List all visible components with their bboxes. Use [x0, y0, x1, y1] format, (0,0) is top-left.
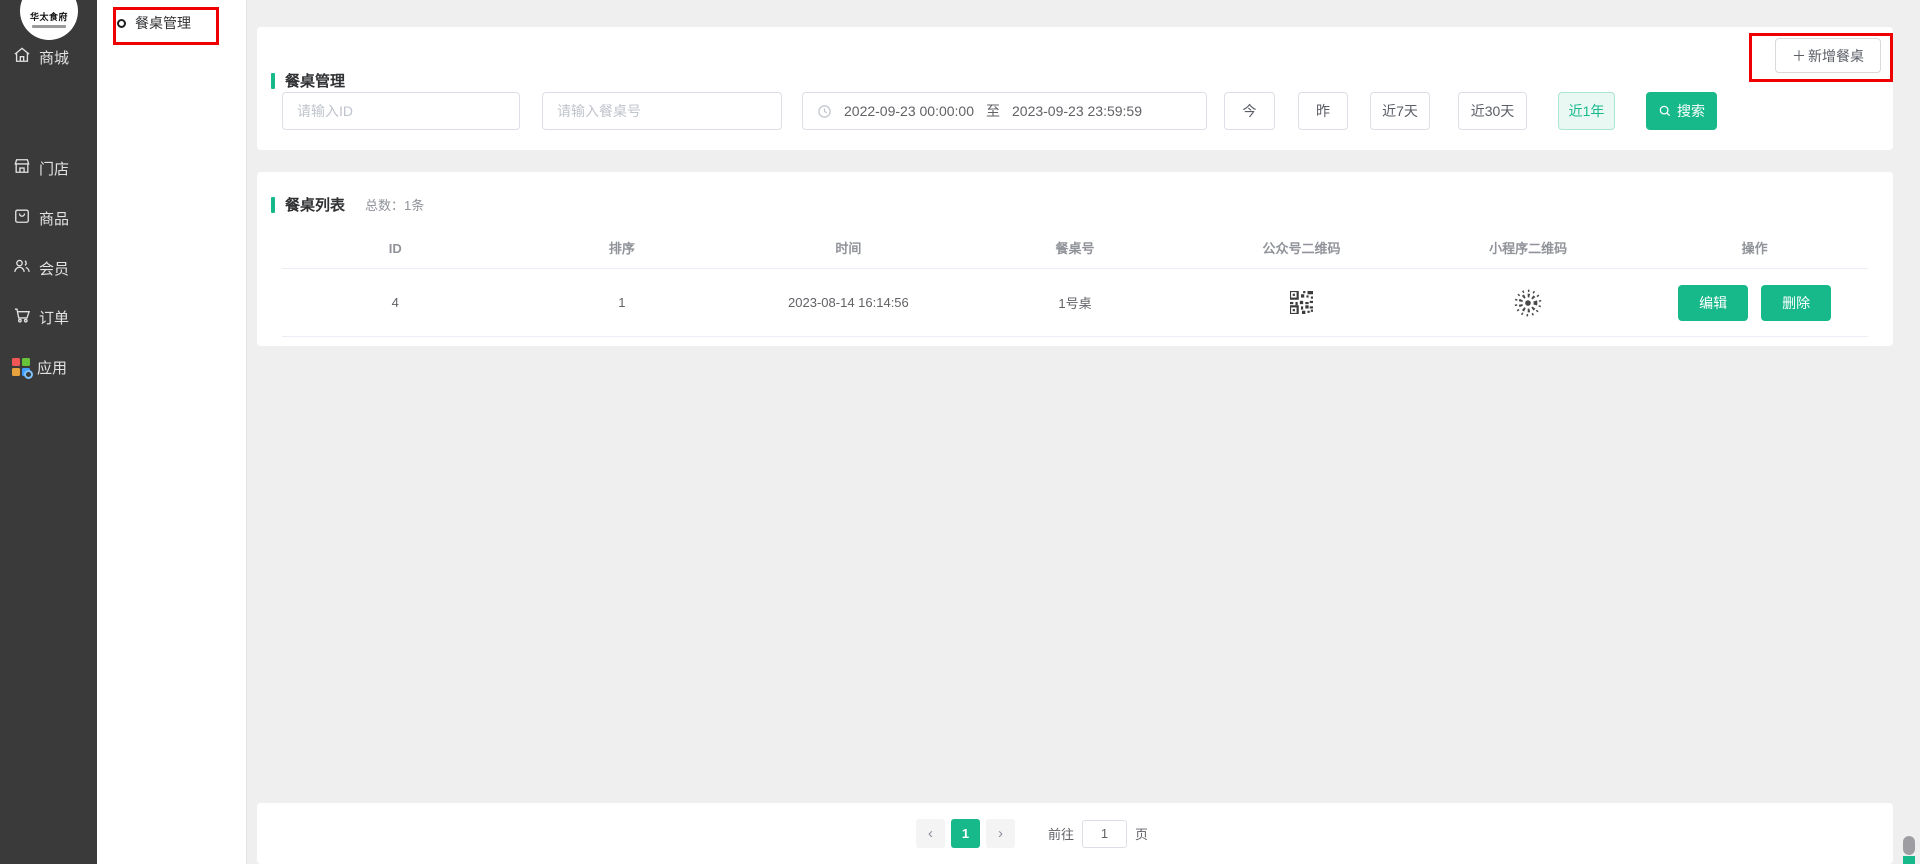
next-page-button[interactable]: › [986, 819, 1015, 848]
title-accent-bar [271, 73, 275, 89]
chevron-right-icon: › [998, 825, 1003, 842]
cell-actions: 编辑 删除 [1641, 269, 1868, 336]
table-row: 4 1 2023-08-14 16:14:56 1号桌 [282, 269, 1868, 337]
sidebar-item-label: 应用 [37, 357, 67, 378]
sidebar-item-label: 商城 [39, 47, 69, 68]
cell-miniprogram-qr [1415, 269, 1642, 336]
column-header-miniprogram-qr: 小程序二维码 [1415, 230, 1642, 268]
brand-logo-text: 华太食府 [30, 10, 68, 23]
cell-time: 2023-08-14 16:14:56 [735, 269, 962, 336]
sidebar-item-stores[interactable]: 门店 [0, 153, 97, 183]
quick-filter-30days-button[interactable]: 近30天 [1458, 92, 1527, 130]
delete-button[interactable]: 删除 [1761, 285, 1831, 321]
column-header-actions: 操作 [1641, 230, 1868, 268]
list-title: 餐桌列表 [285, 194, 345, 215]
quick-filter-yesterday-button[interactable]: 昨 [1298, 92, 1348, 130]
chevron-left-icon: ‹ [928, 825, 933, 842]
brand-logo-subline [32, 25, 66, 28]
quick-filter-7days-button[interactable]: 近7天 [1370, 92, 1430, 130]
column-header-table-no: 餐桌号 [962, 230, 1189, 268]
goods-icon [12, 206, 32, 230]
cart-icon [12, 305, 32, 329]
cell-id: 4 [282, 269, 509, 336]
table-header-row: ID 排序 时间 餐桌号 公众号二维码 小程序二维码 操作 [282, 230, 1868, 269]
list-card-title-row: 餐桌列表 总数：1条 [271, 194, 424, 215]
sidebar-item-mall[interactable]: 商城 [0, 42, 97, 72]
date-end-value: 2023-09-23 23:59:59 [1012, 103, 1142, 119]
filter-card: 餐桌管理 ＋ 新增餐桌 2022-09-23 00:00:00 至 2023-0… [257, 27, 1893, 150]
sidebar-item-members[interactable]: 会员 [0, 253, 97, 283]
sidebar-item-goods[interactable]: 商品 [0, 203, 97, 233]
search-button[interactable]: 搜索 [1646, 92, 1717, 130]
main-sidebar: 华太食府 商城 门店 商品 [0, 0, 97, 864]
sidebar-item-orders[interactable]: 订单 [0, 302, 97, 332]
submenu-item-label: 餐桌管理 [135, 13, 191, 33]
column-header-sort: 排序 [509, 230, 736, 268]
pagination-bar: ‹ 1 › 前往 页 [257, 803, 1893, 864]
miniprogram-qr-code-icon[interactable] [1513, 288, 1543, 318]
sidebar-item-label: 门店 [39, 158, 69, 179]
goto-page-input[interactable] [1082, 820, 1127, 848]
members-icon [12, 256, 32, 280]
official-account-qr-code-icon[interactable] [1290, 291, 1313, 314]
apps-icon [12, 358, 30, 376]
current-page-button[interactable]: 1 [951, 819, 980, 848]
edit-button[interactable]: 编辑 [1678, 285, 1748, 321]
tables-table: ID 排序 时间 餐桌号 公众号二维码 小程序二维码 操作 4 1 2023-0… [282, 230, 1868, 337]
quick-filter-today-button[interactable]: 今 [1224, 92, 1275, 130]
id-input[interactable] [282, 92, 520, 130]
store-icon [12, 156, 32, 180]
clock-icon [817, 104, 832, 119]
page-title: 餐桌管理 [285, 70, 345, 91]
table-number-input[interactable] [542, 92, 782, 130]
cell-sort: 1 [509, 269, 736, 336]
date-range-separator: 至 [986, 101, 1000, 121]
column-header-time: 时间 [735, 230, 962, 268]
add-table-button[interactable]: ＋ 新增餐桌 [1775, 38, 1881, 73]
search-icon [1658, 104, 1672, 118]
goto-page-label: 前往 [1048, 824, 1074, 843]
table-list-card: 餐桌列表 总数：1条 ID 排序 时间 餐桌号 公众号二维码 小程序二维码 操作… [257, 172, 1893, 346]
sidebar-item-label: 订单 [39, 307, 69, 328]
cell-official-qr [1188, 269, 1415, 336]
search-button-label: 搜索 [1677, 101, 1705, 121]
column-header-id: ID [282, 230, 509, 268]
home-icon [12, 45, 32, 69]
date-start-value: 2022-09-23 00:00:00 [844, 103, 974, 119]
quick-filter-1year-button-active[interactable]: 近1年 [1558, 92, 1615, 130]
cell-table-no: 1号桌 [962, 269, 1189, 336]
column-header-official-qr: 公众号二维码 [1188, 230, 1415, 268]
radio-circle-icon [117, 19, 126, 28]
filter-card-title: 餐桌管理 [271, 70, 345, 91]
submenu-item-table-management[interactable]: 餐桌管理 [117, 13, 191, 33]
plus-icon: ＋ [1792, 46, 1806, 66]
scrollbar-bottom-accent [1903, 856, 1915, 864]
prev-page-button[interactable]: ‹ [916, 819, 945, 848]
brand-logo[interactable]: 华太食府 [20, 0, 78, 40]
page-unit-label: 页 [1135, 824, 1148, 843]
add-table-button-label: 新增餐桌 [1808, 46, 1864, 66]
sidebar-item-apps[interactable]: 应用 [0, 352, 97, 382]
sidebar-item-label: 商品 [39, 208, 69, 229]
total-count-label: 总数：1条 [365, 195, 424, 214]
title-accent-bar [271, 197, 275, 213]
vertical-scrollbar-thumb[interactable] [1903, 836, 1915, 855]
sidebar-item-label: 会员 [39, 258, 69, 279]
pager-controls: ‹ 1 › 前往 页 [916, 819, 1148, 848]
secondary-sidebar: 餐桌管理 [97, 0, 247, 864]
date-range-picker[interactable]: 2022-09-23 00:00:00 至 2023-09-23 23:59:5… [802, 92, 1207, 130]
